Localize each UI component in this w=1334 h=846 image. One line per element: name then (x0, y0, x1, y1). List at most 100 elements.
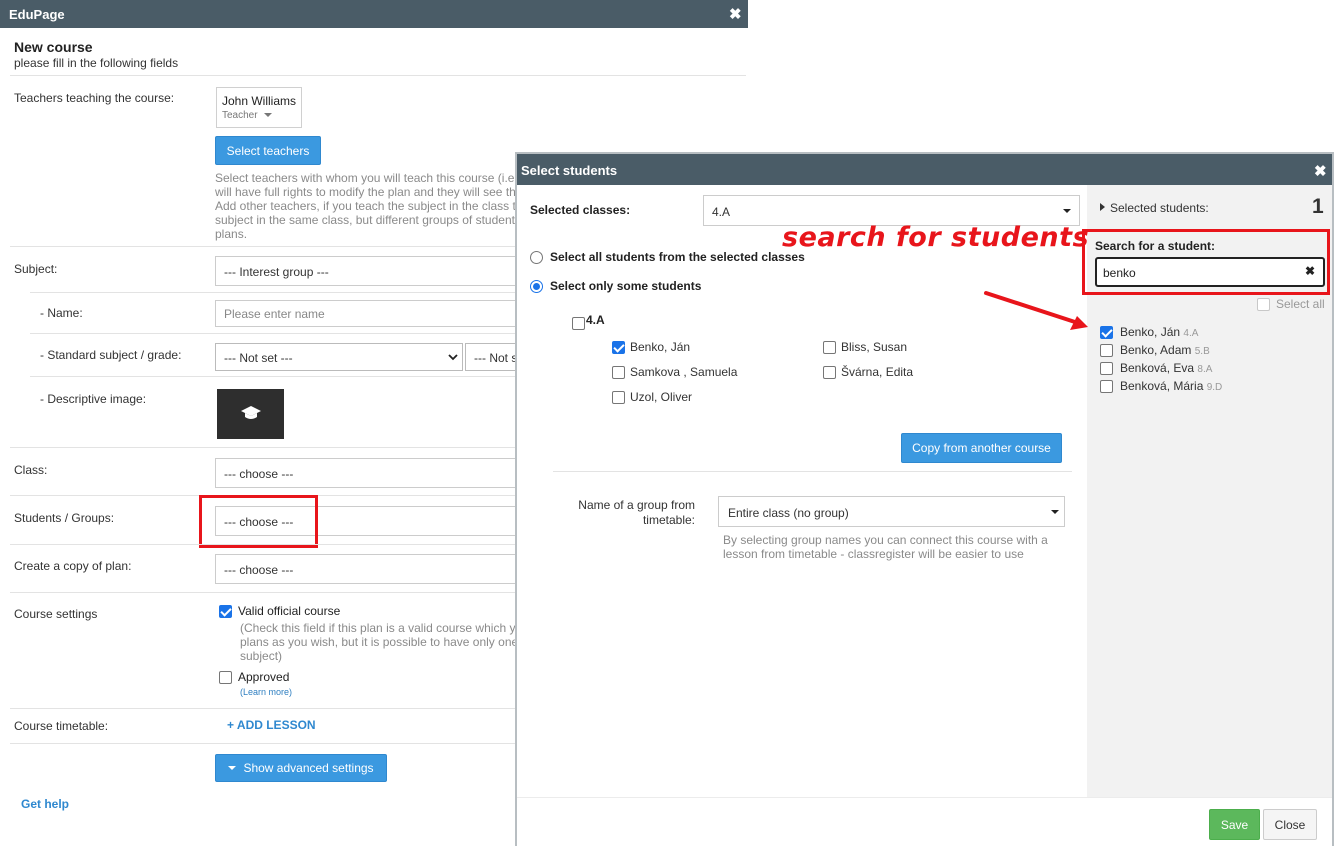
teacher-role[interactable]: Teacher (222, 110, 273, 121)
subject-select[interactable]: --- Interest group --- (215, 256, 517, 286)
page-subtitle: please fill in the following fields (14, 56, 179, 70)
result-item: Benková, Eva 8.A (1120, 361, 1212, 375)
help-line: subject in the same class, but different… (215, 213, 515, 227)
result-name: Benko, Adam (1120, 343, 1192, 357)
dialog-title: Select students (521, 163, 618, 178)
grade-select[interactable]: --- Not s (465, 343, 517, 371)
name-placeholder: Please enter name (224, 307, 325, 321)
approved-label: Approved (238, 670, 290, 684)
valid-course-help: (Check this field if this plan is a vali… (240, 621, 518, 663)
group-name-label-line: timetable: (642, 513, 695, 527)
standard-subject-label: - Standard subject / grade: (40, 348, 182, 362)
standard-subject-value: --- Not set --- (224, 351, 293, 365)
close-icon[interactable]: ✖ (729, 5, 742, 23)
help-line: Select teachers with whom you will teach… (215, 171, 517, 185)
teachers-label: Teachers teaching the course: (14, 91, 175, 105)
subject-label: Subject: (14, 262, 58, 276)
copy-from-another-course-button[interactable]: Copy from another course (901, 433, 1062, 463)
student-checkbox[interactable] (823, 366, 836, 379)
divider (10, 708, 516, 709)
teacher-card[interactable]: John Williams Teacher (216, 87, 302, 128)
help-line: subject) (240, 649, 283, 663)
student-name: Uzol, Oliver (630, 390, 693, 404)
close-button[interactable]: Close (1263, 809, 1317, 840)
student-name: Benko, Ján (630, 340, 691, 354)
valid-course-checkbox[interactable] (219, 605, 232, 618)
result-class: 5.B (1194, 346, 1210, 357)
help-line: will have full rights to modify the plan… (215, 185, 516, 199)
select-some-students-label: Select only some students (550, 279, 702, 293)
result-class: 4.A (1183, 328, 1199, 339)
get-help-link[interactable]: Get help (21, 797, 69, 811)
result-checkbox[interactable] (1100, 362, 1113, 375)
chevron-down-icon (1051, 510, 1059, 514)
result-item: Benko, Adam 5.B (1120, 343, 1210, 357)
result-checkbox[interactable] (1100, 380, 1113, 393)
select-all-label: Select all (1276, 297, 1325, 311)
students-groups-label: Students / Groups: (14, 511, 115, 525)
student-name: Bliss, Susan (841, 340, 908, 354)
student-name: Samkova , Samuela (630, 365, 738, 379)
footer-divider (517, 797, 1332, 798)
help-line: lesson from timetable - classregister wi… (723, 547, 1024, 561)
name-label: - Name: (40, 306, 83, 320)
chevron-down-icon (1063, 209, 1071, 213)
copy-plan-select[interactable]: --- choose --- (215, 554, 517, 584)
result-checkbox[interactable] (1100, 326, 1113, 339)
select-students-dialog: Select students ✖ Selected classes: 4.A … (515, 152, 1334, 846)
course-settings-label: Course settings (14, 607, 98, 621)
result-class: 8.A (1197, 364, 1213, 375)
selected-students-label[interactable]: Selected students: (1110, 201, 1209, 215)
divider (10, 75, 746, 76)
highlight-box (1082, 229, 1330, 295)
group-name-value: Entire class (no group) (728, 506, 849, 520)
class-group-label: 4.A (586, 313, 605, 327)
name-input[interactable]: Please enter name (215, 300, 517, 327)
show-advanced-settings-label: Show advanced settings (243, 761, 374, 775)
student-checkbox[interactable] (612, 341, 625, 354)
help-line: plans as you wish, but it is possible to… (240, 635, 518, 649)
chevron-right-icon[interactable] (1100, 203, 1105, 211)
descriptive-image[interactable] (217, 389, 284, 439)
result-item: Benko, Ján 4.A (1120, 325, 1198, 339)
select-all-students-radio[interactable] (530, 251, 543, 264)
add-lesson-button[interactable]: + ADD LESSON (227, 718, 316, 732)
select-teachers-button[interactable]: Select teachers (215, 136, 321, 165)
result-checkbox[interactable] (1100, 344, 1113, 357)
divider (30, 376, 516, 377)
result-name: Benková, Mária (1120, 379, 1204, 393)
page-title: New course (14, 39, 93, 55)
window-title: EduPage (9, 7, 65, 22)
select-all-students-label: Select all students from the selected cl… (550, 250, 805, 264)
class-label: Class: (14, 463, 48, 477)
student-checkbox[interactable] (612, 366, 625, 379)
teacher-role-label: Teacher (222, 110, 258, 121)
divider (10, 544, 516, 545)
selected-students-count: 1 (1312, 195, 1324, 218)
learn-more-link[interactable]: (Learn more) (240, 687, 292, 697)
help-line: By selecting group names you can connect… (723, 533, 1048, 547)
teacher-name: John Williams (222, 94, 297, 108)
student-checkbox[interactable] (612, 391, 625, 404)
select-all-checkbox[interactable] (1257, 298, 1270, 311)
selected-classes-value: 4.A (712, 205, 731, 219)
close-icon[interactable]: ✖ (1314, 162, 1327, 180)
class-select[interactable]: --- choose --- (215, 458, 517, 488)
valid-course-label: Valid official course (238, 604, 341, 618)
show-advanced-settings-button[interactable]: Show advanced settings (215, 754, 387, 782)
student-checkbox[interactable] (823, 341, 836, 354)
divider (30, 292, 516, 293)
save-button[interactable]: Save (1209, 809, 1260, 840)
divider (10, 592, 516, 593)
window-titlebar: EduPage ✖ (0, 0, 748, 28)
highlight-box (199, 495, 318, 548)
approved-checkbox[interactable] (219, 671, 232, 684)
group-name-select[interactable]: Entire class (no group) (718, 496, 1065, 527)
select-some-students-radio[interactable] (530, 280, 543, 293)
selected-students-panel: Selected students: 1 Search for a studen… (1082, 185, 1332, 797)
standard-subject-select[interactable]: --- Not set --- (215, 343, 463, 371)
copy-plan-label: Create a copy of plan: (14, 559, 132, 573)
divider (10, 447, 516, 448)
class-group-checkbox[interactable] (572, 317, 585, 330)
chevron-down-icon (448, 354, 458, 361)
